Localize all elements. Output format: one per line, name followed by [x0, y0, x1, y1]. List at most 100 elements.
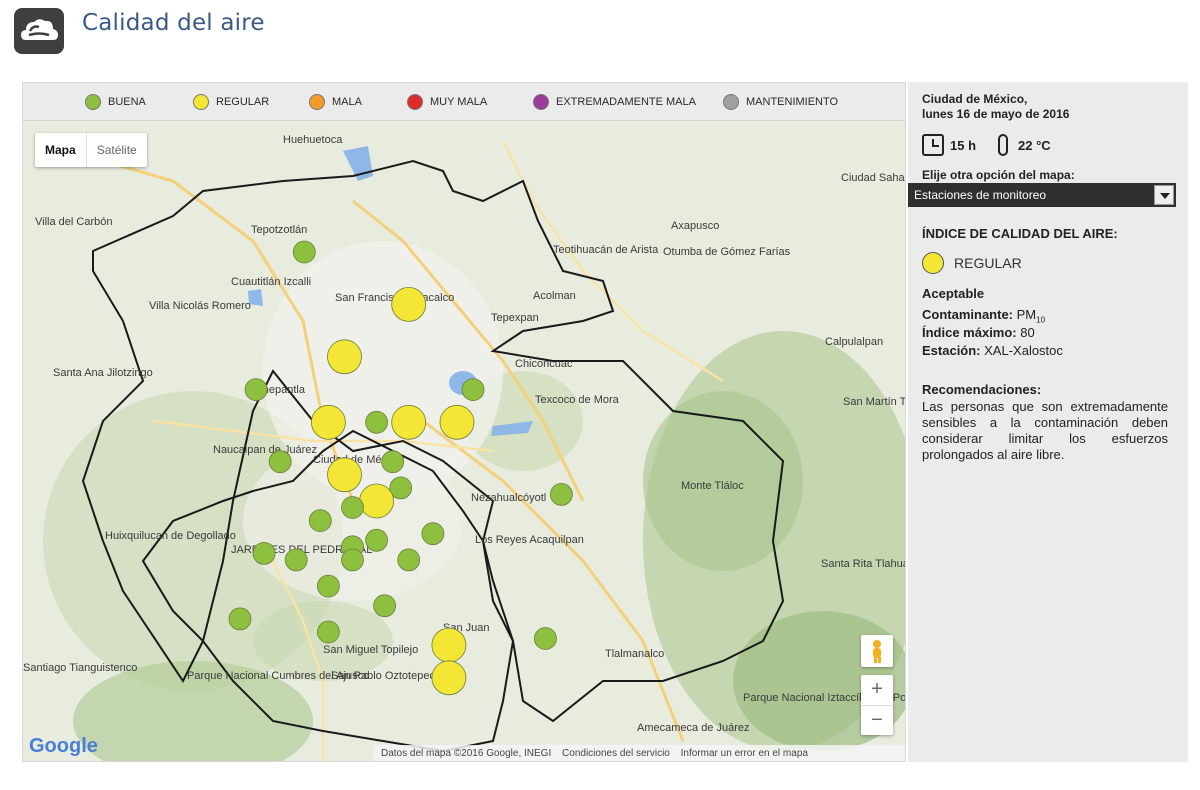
place-label: Tepotzotlán [251, 224, 307, 236]
place-label: Teotihuacán de Arista [553, 244, 659, 256]
station-marker-30[interactable] [431, 660, 467, 696]
station-marker-7[interactable] [365, 410, 389, 434]
max-index-label: Índice máximo: [922, 325, 1017, 340]
report-error-link[interactable]: Informar un error en el mapa [681, 748, 808, 759]
info-panel: Ciudad de México, lunes 16 de mayo de 20… [908, 82, 1188, 762]
station-marker-24[interactable] [316, 574, 340, 598]
station-marker-4[interactable] [244, 378, 268, 402]
legend-label: REGULAR [216, 96, 270, 108]
page-title: Calidad del aire [82, 10, 265, 36]
place-label: Huixquilucan de Degollado [105, 530, 236, 542]
legend-label: MALA [332, 96, 362, 108]
station-marker-6[interactable] [310, 404, 346, 440]
place-label: Calpulalpan [825, 336, 883, 348]
legend-item-mantenimiento: MANTENIMIENTO [723, 94, 838, 110]
air-quality-map[interactable]: BUENA REGULAR MALA MUY MALA EXTREMADAMEN… [22, 82, 906, 762]
place-label: Tepexpan [491, 312, 539, 324]
station-marker-3[interactable] [327, 339, 362, 375]
station-marker-10[interactable] [268, 450, 292, 474]
station-marker-17[interactable] [421, 522, 445, 546]
max-index-line: Índice máximo: 80 [922, 325, 1035, 340]
map-graphic: Huehuetoca Ciudad Sahagún Villa del Carbón… [23, 121, 906, 761]
place-label: Ciudad Sahagún [841, 172, 906, 184]
place-label: Chiconcuac [515, 358, 573, 370]
station-marker-12[interactable] [381, 450, 405, 474]
place-label: Parque Nacional Cumbres del Ajusco [187, 670, 369, 682]
pollutant-label: Contaminante: [922, 307, 1013, 322]
station-marker-18[interactable] [365, 528, 389, 552]
index-title: ÍNDICE DE CALIDAD DEL AIRE: [922, 226, 1118, 241]
place-label: Amecameca de Juárez [637, 722, 750, 734]
street-view-pegman-icon[interactable] [861, 635, 893, 667]
place-label: Tlalmanalco [605, 648, 664, 660]
max-index-value: 80 [1020, 325, 1035, 340]
index-status-label: REGULAR [954, 255, 1022, 271]
place-label: Acolman [533, 290, 576, 302]
place-label: San Martín Texmelucan [843, 396, 906, 408]
station-marker-26[interactable] [228, 607, 252, 631]
weather-row: 15 h 22 °C [922, 134, 1051, 156]
place-label: Santiago Tianguistenco [23, 662, 137, 674]
index-status-dot [922, 252, 944, 274]
station-label: Estación: [922, 343, 981, 358]
legend-dot-mantenimiento [723, 94, 739, 110]
station-marker-1[interactable] [292, 240, 316, 264]
station-marker-21[interactable] [284, 548, 308, 572]
legend-dot-muy-mala [407, 94, 423, 110]
pollutant-value: PM [1016, 307, 1037, 322]
station-marker-11[interactable] [327, 457, 362, 493]
place-label: Villa Nicolás Romero [149, 300, 251, 312]
pollutant-line: Contaminante: PM10 [922, 307, 1045, 325]
map-type-mapa-button[interactable]: Mapa [35, 133, 86, 167]
legend-dot-buena [85, 94, 101, 110]
legend-dot-mala [309, 94, 325, 110]
legend-label: BUENA [108, 96, 146, 108]
legend-item-buena: BUENA [85, 94, 146, 110]
place-label: Huehuetoca [283, 134, 343, 146]
station-marker-14[interactable] [359, 483, 395, 519]
legend-label: EXTREMADAMENTE MALA [556, 96, 696, 108]
map-option-select[interactable]: Estaciones de monitoreo [908, 183, 1176, 207]
place-label: Villa del Carbón [35, 216, 112, 228]
attribution-data: Datos del mapa ©2016 Google, INEGI [381, 748, 552, 759]
station-marker-15[interactable] [341, 496, 364, 519]
zoom-in-button[interactable]: + [861, 675, 893, 705]
google-logo[interactable]: Google [29, 735, 98, 758]
station-value: XAL-Xalostoc [984, 343, 1063, 358]
legend-item-mala: MALA [309, 94, 362, 110]
station-marker-31[interactable] [550, 482, 573, 506]
dropdown-arrow-icon[interactable] [1154, 185, 1174, 205]
station-marker-5[interactable] [461, 378, 485, 402]
station-marker-29[interactable] [534, 627, 557, 650]
zoom-out-button[interactable]: − [861, 705, 893, 735]
station-marker-2[interactable] [391, 286, 427, 322]
station-marker-22[interactable] [341, 548, 364, 572]
recommendations-text: Las personas que son extremadamente sens… [922, 399, 1168, 462]
station-marker-8[interactable] [391, 404, 427, 440]
legend-dot-extremadamente-mala [533, 94, 549, 110]
place-label: Nezahualcóyotl [471, 492, 546, 504]
station-marker-23[interactable] [397, 548, 421, 572]
recommendations-title: Recomendaciones: [922, 382, 1042, 397]
station-marker-16[interactable] [308, 509, 332, 533]
terms-link[interactable]: Condiciones del servicio [562, 748, 670, 759]
panel-location: Ciudad de México, [922, 92, 1028, 106]
station-marker-28[interactable] [431, 627, 467, 663]
hour-value: 15 h [950, 137, 977, 153]
place-label: Cuautitlán Izcalli [231, 276, 311, 288]
map-type-control: Mapa Satélite [35, 133, 147, 167]
quality-label: Aceptable [922, 286, 985, 301]
place-label: Texcoco de Mora [535, 394, 620, 406]
station-marker-9[interactable] [439, 404, 475, 440]
cloud-logo-icon [14, 8, 64, 54]
map-type-satellite-button[interactable]: Satélite [85, 133, 147, 167]
map-attribution: Datos del mapa ©2016 Google, INEGI Condi… [373, 745, 905, 761]
panel-location-date: Ciudad de México, lunes 16 de mayo de 20… [922, 92, 1174, 122]
map-option-selected: Estaciones de monitoreo [914, 188, 1047, 202]
station-marker-20[interactable] [252, 541, 276, 565]
station-marker-25[interactable] [373, 594, 397, 618]
station-marker-27[interactable] [316, 620, 340, 644]
app-header: Calidad del aire [0, 0, 1200, 70]
map-canvas[interactable]: Huehuetoca Ciudad Sahagún Villa del Carbón… [23, 121, 906, 761]
place-label: Axapusco [671, 220, 719, 232]
